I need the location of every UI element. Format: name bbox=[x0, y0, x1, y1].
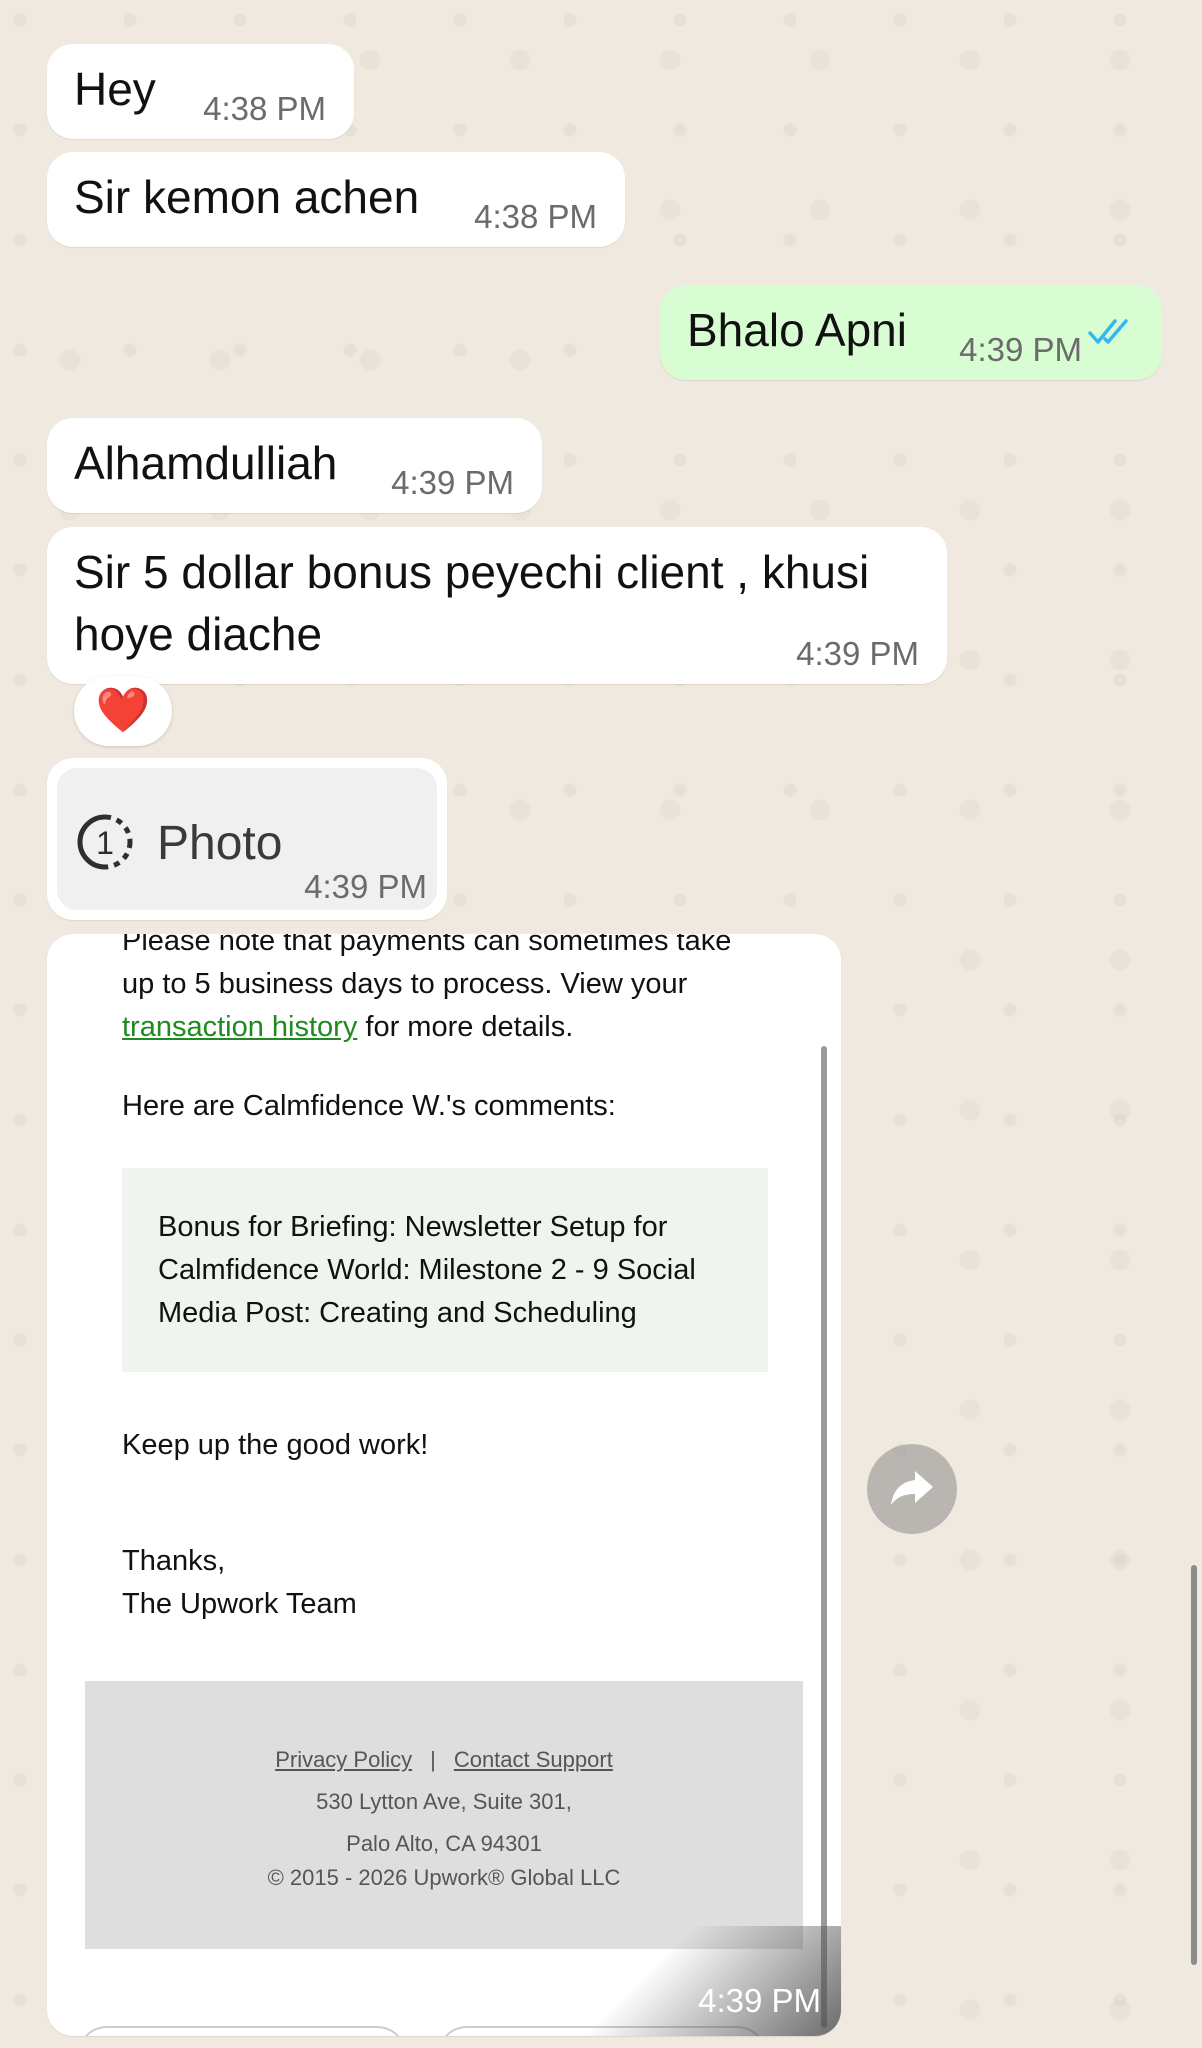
client-comment: Bonus for Briefing: Newsletter Setup for… bbox=[158, 1211, 696, 1329]
message-time: 4:38 PM bbox=[203, 90, 326, 127]
email-text: up to 5 business days to process. View y… bbox=[122, 968, 688, 1000]
message-bubble-incoming[interactable]: Alhamdulliah 4:39 PM bbox=[47, 418, 542, 513]
email-text: transaction history for more details. bbox=[122, 1011, 574, 1043]
privacy-policy-link: Privacy Policy bbox=[275, 1747, 413, 1772]
comments-heading: Here are Calmfidence W.'s comments: bbox=[122, 1090, 616, 1122]
message-time: 4:39 PM bbox=[391, 464, 514, 501]
view-once-photo-message[interactable]: 1 Photo 4:39 PM bbox=[47, 758, 447, 920]
email-footer: Privacy Policy | Contact Support 530 Lytto… bbox=[85, 1681, 803, 1949]
message-text: Sir kemon achen bbox=[74, 171, 420, 223]
footer-address-line: Palo Alto, CA 94301 bbox=[346, 1831, 542, 1856]
keep-up-text: Keep up the good work! bbox=[122, 1429, 429, 1461]
signature-text: The Upwork Team bbox=[122, 1588, 357, 1620]
double-check-read-icon bbox=[1088, 300, 1134, 362]
view-once-icon: 1 bbox=[75, 812, 135, 877]
message-time: 4:39 PM bbox=[959, 331, 1082, 368]
screenshot-scrollbar bbox=[821, 1046, 827, 2028]
email-text-cut: Please note that payments can sometimes … bbox=[122, 934, 732, 957]
message-bubble-incoming[interactable]: Sir 5 dollar bonus peyechi client , khus… bbox=[47, 527, 947, 684]
message-text: Alhamdulliah bbox=[74, 437, 338, 489]
svg-text:1: 1 bbox=[96, 825, 114, 861]
transaction-history-link: transaction history bbox=[122, 1011, 358, 1043]
message-text: Bhalo Apni bbox=[687, 304, 907, 356]
heart-reaction[interactable]: ❤️ bbox=[74, 676, 172, 746]
email-screenshot-image[interactable]: Please note that payments can sometimes … bbox=[47, 934, 841, 2036]
message-bubble-incoming[interactable]: Sir kemon achen 4:38 PM bbox=[47, 152, 625, 247]
footer-address-line: 530 Lytton Ave, Suite 301, bbox=[316, 1789, 572, 1814]
forward-icon bbox=[889, 1467, 935, 1512]
chat-scrollbar[interactable] bbox=[1191, 1565, 1197, 1965]
contact-support-link: Contact Support bbox=[453, 1747, 613, 1772]
footer-separator: | bbox=[430, 1747, 436, 1772]
message-time: 4:39 PM bbox=[698, 1982, 821, 2019]
message-bubble-outgoing[interactable]: Bhalo Apni 4:39 PM bbox=[660, 285, 1162, 380]
client-comment-box: Bonus for Briefing: Newsletter Setup for… bbox=[122, 1168, 768, 1372]
message-text: Sir 5 dollar bonus peyechi client , khus… bbox=[74, 546, 870, 660]
message-bubble-incoming[interactable]: Hey 4:38 PM bbox=[47, 44, 354, 139]
message-time: 4:39 PM bbox=[304, 868, 427, 905]
heart-icon: ❤️ bbox=[95, 686, 151, 735]
message-time: 4:38 PM bbox=[474, 198, 597, 235]
message-text: Hey bbox=[74, 63, 156, 115]
forward-button[interactable] bbox=[867, 1444, 957, 1534]
footer-copyright: © 2015 - 2026 Upwork® Global LLC bbox=[267, 1865, 621, 1890]
message-time: 4:39 PM bbox=[796, 635, 919, 672]
photo-label: Photo bbox=[157, 817, 283, 870]
thanks-text: Thanks, bbox=[122, 1545, 226, 1577]
